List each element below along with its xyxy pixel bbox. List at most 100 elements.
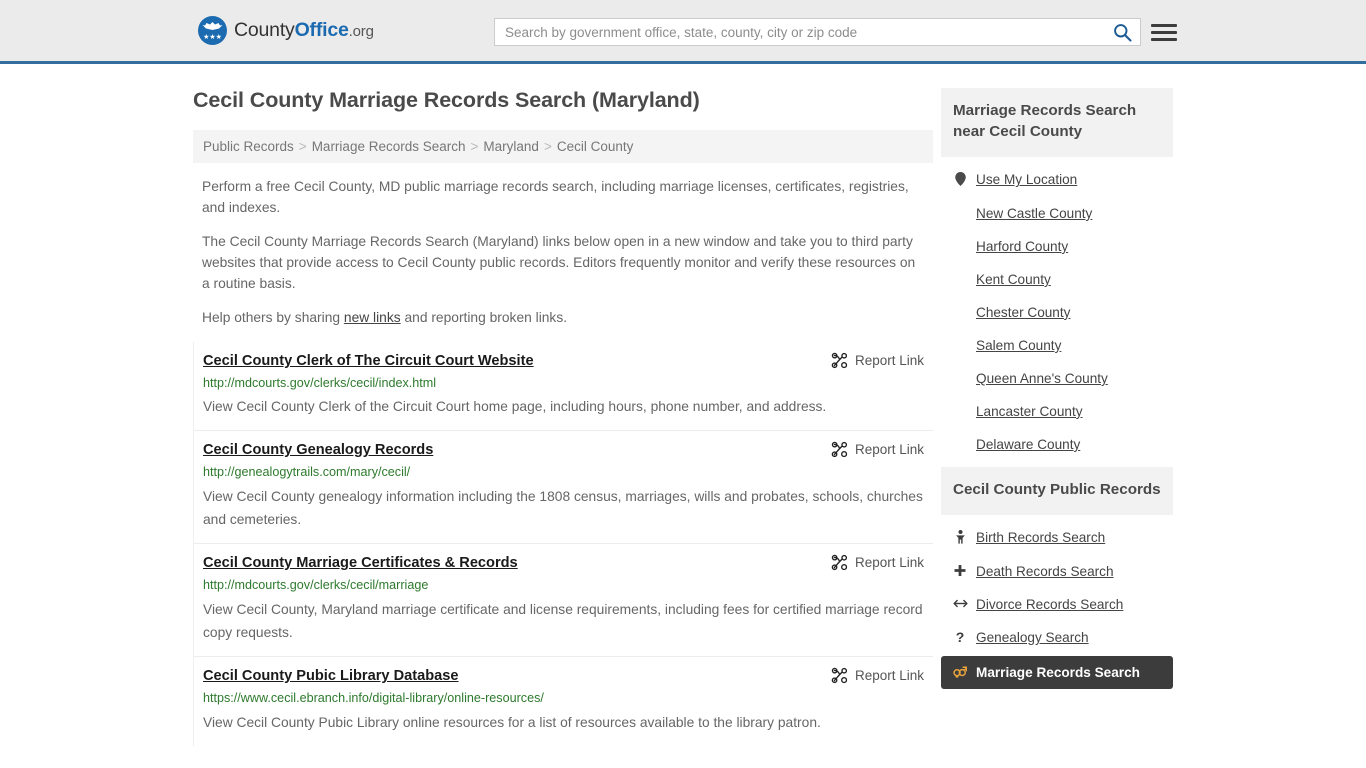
search-button[interactable] (1104, 19, 1140, 45)
nearby-county-link[interactable]: Chester County (976, 305, 1070, 320)
result-description: View Cecil County, Maryland marriage cer… (203, 601, 923, 641)
brand-part-county: County (234, 19, 295, 41)
result-item: Cecil County Pubic Library Database Repor… (194, 657, 933, 745)
hamburger-bar (1151, 37, 1177, 41)
result-header: Cecil County Genealogy Records Report Lin… (203, 441, 924, 460)
nearby-county-item[interactable]: New Castle County (941, 197, 1173, 230)
new-links-link[interactable]: new links (344, 310, 401, 325)
site-logo-link[interactable]: ★★★ CountyOffice.org (198, 16, 374, 45)
public-records-list: Birth Records Search Death Records Search… (941, 515, 1173, 689)
report-link-label: Report Link (854, 555, 924, 571)
public-records-link[interactable]: Genealogy Search (976, 630, 1089, 645)
public-records-item[interactable]: Marriage Records Search (941, 655, 1173, 689)
breadcrumb-item-public-records[interactable]: Public Records (203, 139, 294, 154)
result-item: Cecil County Genealogy Records Report Lin… (194, 431, 933, 545)
public-records-item[interactable]: Divorce Records Search (941, 588, 1173, 621)
breadcrumb: Public Records > Marriage Records Search > M… (193, 130, 933, 163)
result-title-link[interactable]: Cecil County Genealogy Records (203, 441, 433, 460)
hamburger-bar (1151, 23, 1177, 27)
report-link-button[interactable]: Report Link (811, 667, 924, 684)
intro-paragraph-1: Perform a free Cecil County, MD public m… (202, 179, 909, 215)
breadcrumb-separator: > (543, 139, 552, 154)
report-link-button[interactable]: Report Link (811, 352, 924, 369)
results-list: Cecil County Clerk of The Circuit Court … (193, 341, 933, 746)
nearby-county-list: Use My Location New Castle County Harford … (941, 157, 1173, 461)
result-title-link[interactable]: Cecil County Pubic Library Database (203, 667, 458, 686)
result-title-link[interactable]: Cecil County Marriage Certificates & Rec… (203, 554, 518, 573)
cross-icon (953, 564, 967, 579)
nearby-county-item[interactable]: Lancaster County (941, 395, 1173, 428)
help-paragraph: Help others by sharing new links and rep… (193, 308, 933, 329)
nearby-county-item[interactable]: Salem County (941, 329, 1173, 362)
public-records-link[interactable]: Death Records Search (976, 564, 1114, 579)
result-item: Cecil County Clerk of The Circuit Court … (194, 342, 933, 432)
nearby-panel: Marriage Records Search near Cecil Count… (941, 88, 1173, 461)
nearby-county-item[interactable]: Harford County (941, 230, 1173, 263)
public-records-item[interactable]: ? Genealogy Search (941, 621, 1173, 654)
broken-link-icon (831, 441, 848, 458)
nearby-county-link[interactable]: Lancaster County (976, 404, 1083, 419)
content-container: Cecil County Marriage Records Search (Ma… (193, 64, 1173, 746)
nearby-county-link[interactable]: Harford County (976, 239, 1068, 254)
public-records-panel-heading: Cecil County Public Records (941, 466, 1173, 515)
page-body: Cecil County Marriage Records Search (Ma… (0, 64, 1366, 746)
public-records-link[interactable]: Divorce Records Search (976, 597, 1123, 612)
breadcrumb-item-marriage-records-search[interactable]: Marriage Records Search (312, 139, 466, 154)
intro-text: Perform a free Cecil County, MD public m… (193, 177, 933, 329)
result-title-link[interactable]: Cecil County Clerk of The Circuit Court … (203, 352, 534, 371)
search-icon (1113, 23, 1132, 42)
nearby-county-item[interactable]: Delaware County (941, 428, 1173, 461)
public-records-link[interactable]: Marriage Records Search (976, 665, 1140, 680)
nearby-county-link[interactable]: Queen Anne's County (976, 371, 1108, 386)
divorce-arrows-icon (953, 598, 968, 611)
nearby-panel-heading: Marriage Records Search near Cecil Count… (941, 88, 1173, 157)
baby-icon (953, 529, 967, 546)
nearby-county-item[interactable]: Kent County (941, 263, 1173, 296)
report-link-label: Report Link (854, 668, 924, 684)
result-header: Cecil County Pubic Library Database Repor… (203, 667, 924, 686)
broken-link-icon (831, 554, 848, 571)
report-link-button[interactable]: Report Link (811, 554, 924, 571)
report-link-label: Report Link (854, 442, 924, 458)
report-link-label: Report Link (854, 352, 924, 368)
result-description: View Cecil County Clerk of the Circuit C… (203, 399, 827, 415)
hamburger-menu-icon[interactable] (1151, 19, 1177, 45)
public-records-link[interactable]: Birth Records Search (976, 530, 1105, 545)
site-header: ★★★ CountyOffice.org (0, 0, 1366, 64)
result-description: View Cecil County genealogy information … (203, 488, 923, 528)
intro-paragraph-2: The Cecil County Marriage Records Search… (202, 233, 916, 291)
nearby-county-link[interactable]: New Castle County (976, 206, 1092, 221)
page-title: Cecil County Marriage Records Search (Ma… (193, 88, 700, 112)
report-link-button[interactable]: Report Link (811, 441, 924, 458)
question-mark-icon: ? (955, 629, 965, 646)
use-my-location-link[interactable]: Use My Location (976, 172, 1077, 187)
broken-link-icon (831, 352, 848, 368)
result-url[interactable]: http://mdcourts.gov/clerks/cecil/index.h… (203, 375, 924, 393)
hamburger-bar (1151, 30, 1177, 34)
nearby-county-link[interactable]: Kent County (976, 272, 1051, 287)
brand-part-office: Office (294, 19, 349, 41)
breadcrumb-item-cecil-county[interactable]: Cecil County (557, 139, 634, 154)
eagle-shield-logo-icon: ★★★ (198, 16, 227, 45)
nearby-county-link[interactable]: Delaware County (976, 437, 1080, 452)
broken-link-icon (831, 667, 848, 684)
sidebar: Marriage Records Search near Cecil Count… (933, 64, 1173, 746)
search-bar[interactable] (494, 18, 1141, 46)
result-url[interactable]: http://genealogytrails.com/mary/cecil/ (203, 464, 924, 482)
nearby-county-item[interactable]: Queen Anne's County (941, 362, 1173, 395)
result-url[interactable]: http://mdcourts.gov/clerks/cecil/marriag… (203, 577, 924, 595)
main-column: Cecil County Marriage Records Search (Ma… (193, 64, 933, 746)
nearby-county-item[interactable]: Chester County (941, 296, 1173, 329)
breadcrumb-separator: > (298, 139, 307, 154)
nearby-county-link[interactable]: Salem County (976, 338, 1061, 353)
map-pin-icon (953, 171, 967, 188)
use-my-location-item[interactable]: Use My Location (941, 163, 1173, 197)
public-records-item[interactable]: Death Records Search (941, 555, 1173, 588)
result-url[interactable]: https://www.cecil.ebranch.info/digital-l… (203, 690, 924, 708)
result-header: Cecil County Marriage Certificates & Rec… (203, 554, 924, 573)
breadcrumb-item-maryland[interactable]: Maryland (483, 139, 539, 154)
search-input[interactable] (495, 19, 1104, 45)
result-item: Cecil County Marriage Certificates & Rec… (194, 544, 933, 658)
result-description: View Cecil County Pubic Library online r… (203, 714, 821, 730)
public-records-item[interactable]: Birth Records Search (941, 521, 1173, 555)
